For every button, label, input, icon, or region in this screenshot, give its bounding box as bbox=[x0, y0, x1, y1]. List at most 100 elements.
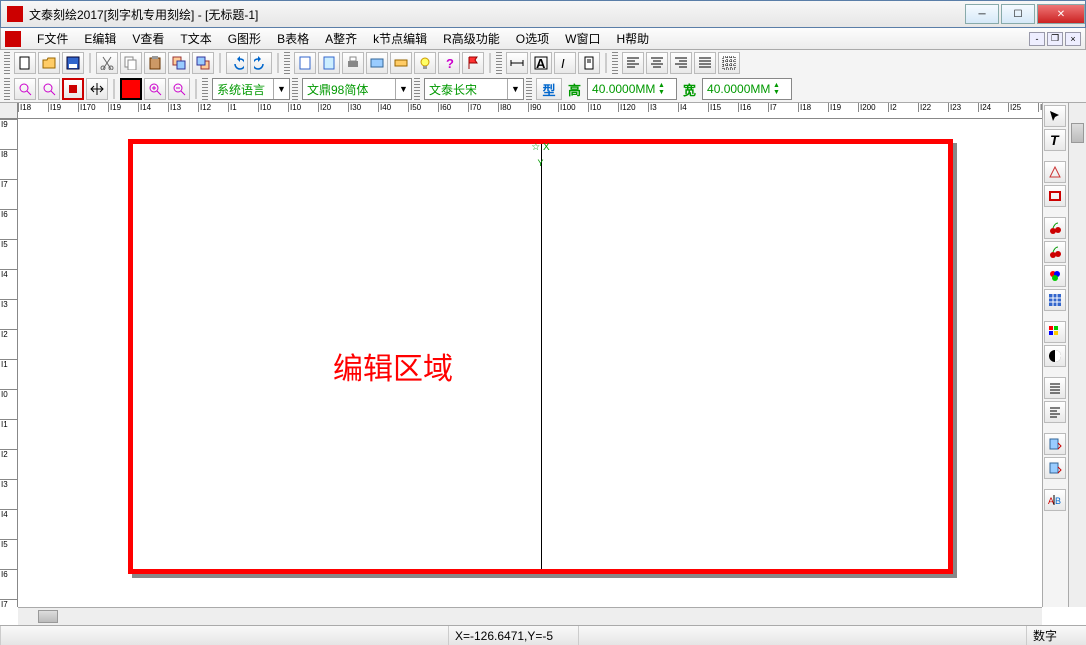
mdi-close[interactable]: × bbox=[1065, 32, 1081, 46]
contrast-tool[interactable] bbox=[1044, 345, 1066, 367]
docview-icon bbox=[582, 56, 596, 70]
grip[interactable] bbox=[612, 52, 618, 74]
cut-button[interactable] bbox=[96, 52, 118, 74]
menu-node[interactable]: k节点编辑 bbox=[365, 28, 435, 49]
close-button[interactable]: ✕ bbox=[1037, 4, 1085, 24]
svg-text:A: A bbox=[1048, 496, 1054, 506]
grip[interactable] bbox=[4, 78, 10, 100]
page2-button[interactable] bbox=[318, 52, 340, 74]
ruler-vertical[interactable]: I9I8I7I6I5I4I3I2I1I0I1I2I3I4I5I6I7I8I9 bbox=[0, 119, 18, 607]
align-left-button[interactable] bbox=[622, 52, 644, 74]
undo-button[interactable] bbox=[226, 52, 248, 74]
palette-tool[interactable] bbox=[1044, 321, 1066, 343]
text-tool[interactable]: T bbox=[1044, 129, 1066, 151]
paste-button[interactable] bbox=[144, 52, 166, 74]
lines2-tool[interactable] bbox=[1044, 401, 1066, 423]
zoomout2-button[interactable] bbox=[168, 78, 190, 100]
menu-options[interactable]: O选项 bbox=[508, 28, 557, 49]
annotation: 编辑区域 bbox=[333, 344, 453, 388]
font2-combo[interactable]: 文泰长宋▼ bbox=[424, 78, 524, 100]
redo-button[interactable] bbox=[250, 52, 272, 74]
ab-tool[interactable]: AB bbox=[1044, 489, 1066, 511]
orderback-button[interactable] bbox=[192, 52, 214, 74]
fill-button[interactable] bbox=[120, 78, 142, 100]
open-button[interactable] bbox=[38, 52, 60, 74]
type-button[interactable]: 型 bbox=[536, 78, 562, 100]
orderfront-button[interactable] bbox=[168, 52, 190, 74]
menu-help[interactable]: H帮助 bbox=[608, 28, 657, 49]
select-button[interactable] bbox=[62, 78, 84, 100]
contrast-icon bbox=[1048, 349, 1062, 363]
align-right-button[interactable] bbox=[670, 52, 692, 74]
copy-button[interactable] bbox=[120, 52, 142, 74]
grid-button[interactable] bbox=[718, 52, 740, 74]
zoom-button[interactable] bbox=[38, 78, 60, 100]
grip[interactable] bbox=[284, 52, 290, 74]
layers-icon bbox=[172, 56, 186, 70]
menu-edit[interactable]: E编辑 bbox=[76, 28, 124, 49]
bulb-button[interactable] bbox=[414, 52, 436, 74]
cherry2-tool[interactable] bbox=[1044, 241, 1066, 263]
shape-tool[interactable] bbox=[1044, 161, 1066, 183]
lang-combo[interactable]: 系统语言▼ bbox=[212, 78, 290, 100]
export2-tool[interactable] bbox=[1044, 457, 1066, 479]
help-button[interactable]: ? bbox=[438, 52, 460, 74]
flag-button[interactable] bbox=[462, 52, 484, 74]
save-icon bbox=[66, 56, 80, 70]
dimension-button[interactable] bbox=[506, 52, 528, 74]
cut-plot-button[interactable] bbox=[366, 52, 388, 74]
menu-table[interactable]: B表格 bbox=[269, 28, 317, 49]
menu-align[interactable]: A整齐 bbox=[317, 28, 365, 49]
minimize-button[interactable]: ─ bbox=[965, 4, 999, 24]
ruler-horizontal[interactable]: I18I19I170I19I14I13I12I1I10I10I20I30I40I… bbox=[18, 103, 1042, 119]
menu-window[interactable]: W窗口 bbox=[557, 28, 608, 49]
docview-button[interactable] bbox=[578, 52, 600, 74]
font1-combo[interactable]: 文鼎98简体▼ bbox=[302, 78, 412, 100]
grip[interactable] bbox=[496, 52, 502, 74]
scrollbar-vertical[interactable] bbox=[1068, 103, 1086, 607]
texta-button[interactable]: A bbox=[530, 52, 552, 74]
height-input[interactable]: 40.0000MM▲▼ bbox=[587, 78, 677, 100]
align-center-button[interactable] bbox=[646, 52, 668, 74]
italic-button[interactable]: I bbox=[554, 52, 576, 74]
pan-button[interactable] bbox=[86, 78, 108, 100]
canvas[interactable]: ☆ X Y 编辑区域 bbox=[18, 119, 1042, 607]
cherry1-tool[interactable] bbox=[1044, 217, 1066, 239]
zoom-region-button[interactable] bbox=[14, 78, 36, 100]
rect-tool[interactable] bbox=[1044, 185, 1066, 207]
menu-view[interactable]: V查看 bbox=[124, 28, 172, 49]
grip[interactable] bbox=[526, 78, 532, 100]
menu-text[interactable]: T文本 bbox=[172, 28, 219, 49]
export1-tool[interactable] bbox=[1044, 433, 1066, 455]
print-button[interactable] bbox=[342, 52, 364, 74]
scrollbar-horizontal[interactable] bbox=[18, 607, 1042, 625]
menu-graphic[interactable]: G图形 bbox=[220, 28, 269, 49]
cherry-icon bbox=[1048, 221, 1062, 235]
grip[interactable] bbox=[202, 78, 208, 100]
color-tool[interactable] bbox=[1044, 265, 1066, 287]
grip[interactable] bbox=[4, 52, 10, 74]
toolbar-row-1: ? A I bbox=[0, 50, 1086, 76]
arrow-tool[interactable] bbox=[1044, 105, 1066, 127]
save-button[interactable] bbox=[62, 52, 84, 74]
ruler-button[interactable] bbox=[390, 52, 412, 74]
grip[interactable] bbox=[292, 78, 298, 100]
scroll-thumb[interactable] bbox=[38, 610, 58, 623]
grip[interactable] bbox=[414, 78, 420, 100]
zoomin2-button[interactable] bbox=[144, 78, 166, 100]
copy-icon bbox=[124, 56, 138, 70]
mdi-minimize[interactable]: - bbox=[1029, 32, 1045, 46]
mdi-restore[interactable]: ❐ bbox=[1047, 32, 1063, 46]
lang-value: 系统语言 bbox=[217, 81, 273, 98]
menu-file[interactable]: F文件 bbox=[29, 28, 76, 49]
lines1-tool[interactable] bbox=[1044, 377, 1066, 399]
new-button[interactable] bbox=[14, 52, 36, 74]
menu-advanced[interactable]: R高级功能 bbox=[435, 28, 508, 49]
width-input[interactable]: 40.0000MM▲▼ bbox=[702, 78, 792, 100]
scroll-thumb[interactable] bbox=[1071, 123, 1084, 143]
page[interactable]: ☆ X Y 编辑区域 bbox=[128, 139, 953, 574]
maximize-button[interactable]: ☐ bbox=[1001, 4, 1035, 24]
page-button[interactable] bbox=[294, 52, 316, 74]
table-tool[interactable] bbox=[1044, 289, 1066, 311]
align-justify-button[interactable] bbox=[694, 52, 716, 74]
